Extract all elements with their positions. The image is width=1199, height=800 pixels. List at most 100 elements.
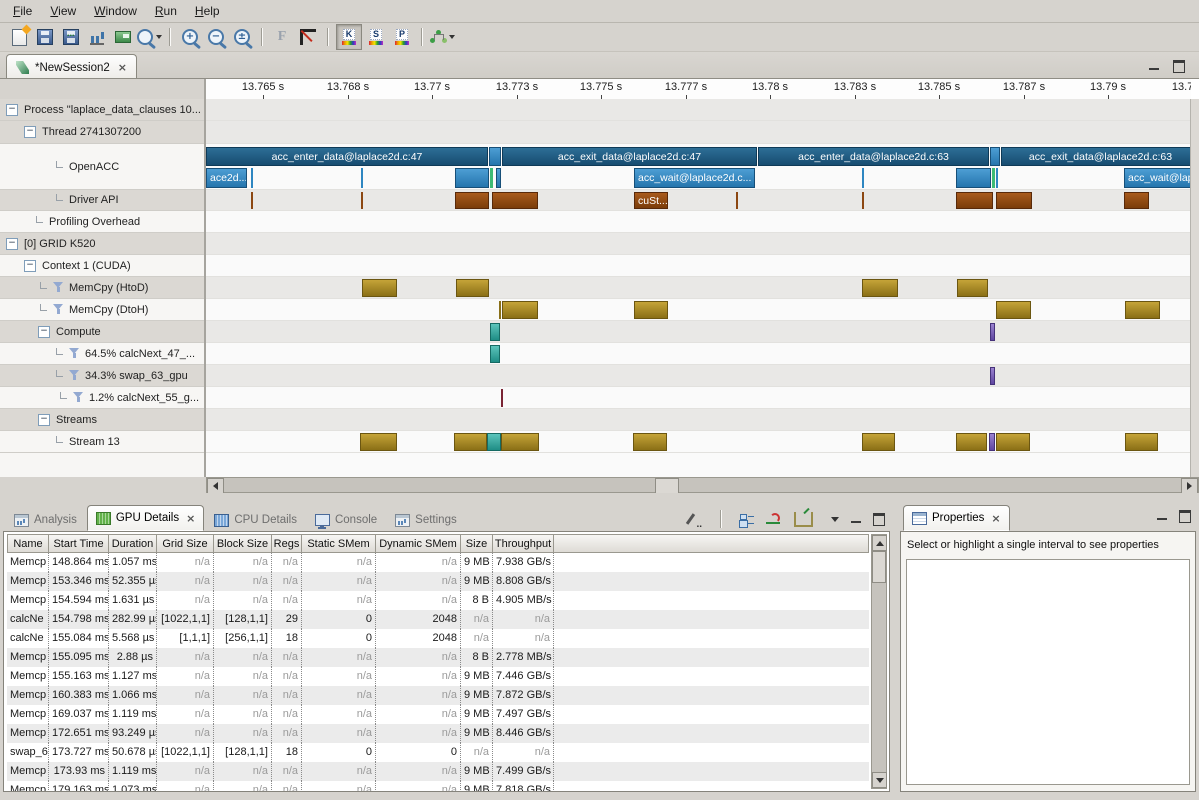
column-header-block-size[interactable]: Block Size xyxy=(214,534,272,553)
timeline-bar[interactable] xyxy=(956,168,991,188)
column-header-regs[interactable]: Regs xyxy=(272,534,302,553)
tree-row-kernel-calcnext47[interactable]: 64.5% calcNext_47_... xyxy=(0,343,204,365)
timeline-bar[interactable] xyxy=(492,192,538,209)
save-all-button[interactable] xyxy=(59,25,83,49)
collapse-icon[interactable]: − xyxy=(24,260,36,272)
menu-help[interactable]: Help xyxy=(186,1,229,21)
timeline-bar[interactable] xyxy=(455,168,489,188)
tree-row-profiling-overhead[interactable]: Profiling Overhead xyxy=(0,211,204,233)
timeline-row-grid-k520[interactable] xyxy=(206,233,1191,255)
filter-icon[interactable] xyxy=(73,392,84,403)
timeline-bar[interactable] xyxy=(956,192,993,209)
timeline-bar[interactable] xyxy=(996,433,1030,451)
tree-row-memcpy-htod[interactable]: MemCpy (HtoD) xyxy=(0,277,204,299)
filter-icon[interactable] xyxy=(69,348,80,359)
table-row[interactable]: calcNe155.084 ms5.568 µs[1,1,1][256,1,1]… xyxy=(7,629,869,648)
filter-icon[interactable] xyxy=(53,282,64,293)
menu-view[interactable]: View xyxy=(41,1,85,21)
menu-window[interactable]: Window xyxy=(85,1,146,21)
timeline-bar[interactable] xyxy=(990,367,995,385)
column-header-name[interactable]: Name xyxy=(7,534,49,553)
timeline-row-memcpy-dtoh[interactable] xyxy=(206,299,1191,321)
tab-console[interactable]: Console xyxy=(307,509,385,531)
column-header-size[interactable]: Size xyxy=(461,534,493,553)
timeline-row-compute[interactable] xyxy=(206,321,1191,343)
timeline-bar[interactable]: acc_exit_data@laplace2d.c:47 xyxy=(502,147,757,166)
timeline-bar[interactable] xyxy=(862,168,864,188)
group-segments-icon[interactable] xyxy=(740,513,754,526)
menu-file[interactable]: File xyxy=(4,1,41,21)
zoom-out-button[interactable]: − xyxy=(204,25,228,49)
timeline-vertical-scrollbar[interactable] xyxy=(1190,99,1199,477)
timeline-bar[interactable] xyxy=(501,389,503,407)
timeline-bar[interactable] xyxy=(496,168,501,188)
filter-icon[interactable] xyxy=(53,304,64,315)
timeline-bar[interactable] xyxy=(996,192,1032,209)
collapse-icon[interactable]: − xyxy=(24,126,36,138)
timeline-bar[interactable] xyxy=(956,433,987,451)
highlight-pen-icon[interactable] xyxy=(687,512,702,526)
tab-gpu-details[interactable]: GPU Details× xyxy=(87,505,205,531)
reset-button[interactable] xyxy=(111,25,135,49)
menu-run[interactable]: Run xyxy=(146,1,186,21)
tab-settings[interactable]: Settings xyxy=(387,509,465,531)
table-row[interactable]: Memcp169.037 ms1.119 msn/an/an/an/an/a9 … xyxy=(7,705,869,724)
filter-ruler-button[interactable]: F xyxy=(270,25,294,49)
collapse-icon[interactable]: − xyxy=(6,238,18,250)
zoom-search-button[interactable] xyxy=(137,25,162,49)
column-header-duration[interactable]: Duration xyxy=(109,534,157,553)
timeline-row-kernel-calcnext55[interactable] xyxy=(206,387,1191,409)
timeline-row-kernel-calcnext47[interactable] xyxy=(206,343,1191,365)
scroll-left-button[interactable] xyxy=(207,478,224,494)
timeline-row-kernel-swap63[interactable] xyxy=(206,365,1191,387)
maximize-icon[interactable] xyxy=(873,513,885,526)
tree-row-openacc[interactable]: OpenACC xyxy=(0,144,204,190)
column-header-throughput[interactable]: Throughput xyxy=(493,534,554,553)
timeline-bar[interactable]: acc_enter_data@laplace2d.c:63 xyxy=(758,147,989,166)
analysis-tree-button[interactable] xyxy=(430,25,455,49)
table-row[interactable]: Memcp155.163 ms1.127 msn/an/an/an/an/a9 … xyxy=(7,667,869,686)
tree-row-streams[interactable]: −Streams xyxy=(0,409,204,431)
timeline-bar[interactable] xyxy=(360,433,397,451)
timeline-bar[interactable] xyxy=(251,168,253,188)
timeline-bar[interactable] xyxy=(499,301,501,319)
timeline-bar[interactable] xyxy=(487,433,501,451)
table-vertical-scrollbar[interactable] xyxy=(871,534,887,789)
column-header-start-time[interactable]: Start Time xyxy=(49,534,109,553)
tab-analysis[interactable]: Analysis xyxy=(6,509,85,531)
timeline-bar[interactable]: acc_wait@lap xyxy=(1124,168,1191,188)
timeline-bar[interactable] xyxy=(862,433,895,451)
marker-flag-button[interactable] xyxy=(296,25,320,49)
column-header-grid-size[interactable]: Grid Size xyxy=(157,534,214,553)
timeline-row-profiling-overhead[interactable] xyxy=(206,211,1191,233)
timeline-bar[interactable] xyxy=(634,301,668,319)
timeline-bar[interactable] xyxy=(736,192,738,209)
timeline-row-memcpy-htod[interactable] xyxy=(206,277,1191,299)
timeline-bar[interactable] xyxy=(361,168,363,188)
zoom-fit-button[interactable]: ± xyxy=(230,25,254,49)
timeline-bar[interactable]: acc_exit_data@laplace2d.c:63 xyxy=(1001,147,1191,166)
table-row[interactable]: Memcp154.594 ms1.631 µsn/an/an/an/an/a8 … xyxy=(7,591,869,610)
timeline-bar[interactable] xyxy=(633,433,667,451)
scroll-right-button[interactable] xyxy=(1181,478,1198,494)
tree-row-process[interactable]: −Process "laplace_data_clauses 10... xyxy=(0,99,204,121)
timeline-bar[interactable]: cuSt... xyxy=(634,192,668,209)
table-row[interactable]: Memcp173.93 ms1.119 msn/an/an/an/an/a9 M… xyxy=(7,762,869,781)
timeline-row-process[interactable] xyxy=(206,99,1191,121)
tab-properties[interactable]: Properties × xyxy=(903,505,1010,531)
timeline-bar[interactable] xyxy=(490,323,500,341)
tree-row-driver-api[interactable]: Driver API xyxy=(0,190,204,211)
maximize-icon[interactable] xyxy=(1179,510,1191,523)
timeline-bar[interactable] xyxy=(990,147,1000,166)
column-header-dynamic-smem[interactable]: Dynamic SMem xyxy=(376,534,461,553)
resize-columns-icon[interactable] xyxy=(766,513,782,526)
minimize-icon[interactable] xyxy=(851,516,861,523)
new-session-button[interactable] xyxy=(7,25,31,49)
timeline-bar[interactable] xyxy=(1124,192,1149,209)
timeline-bar[interactable] xyxy=(862,279,898,297)
timeline-bar[interactable] xyxy=(361,192,363,209)
tree-row-kernel-calcnext55[interactable]: 1.2% calcNext_55_g... xyxy=(0,387,204,409)
minimize-icon[interactable] xyxy=(1149,63,1159,70)
close-icon[interactable]: × xyxy=(991,513,1000,524)
tree-row-grid-k520[interactable]: −[0] GRID K520 xyxy=(0,233,204,255)
